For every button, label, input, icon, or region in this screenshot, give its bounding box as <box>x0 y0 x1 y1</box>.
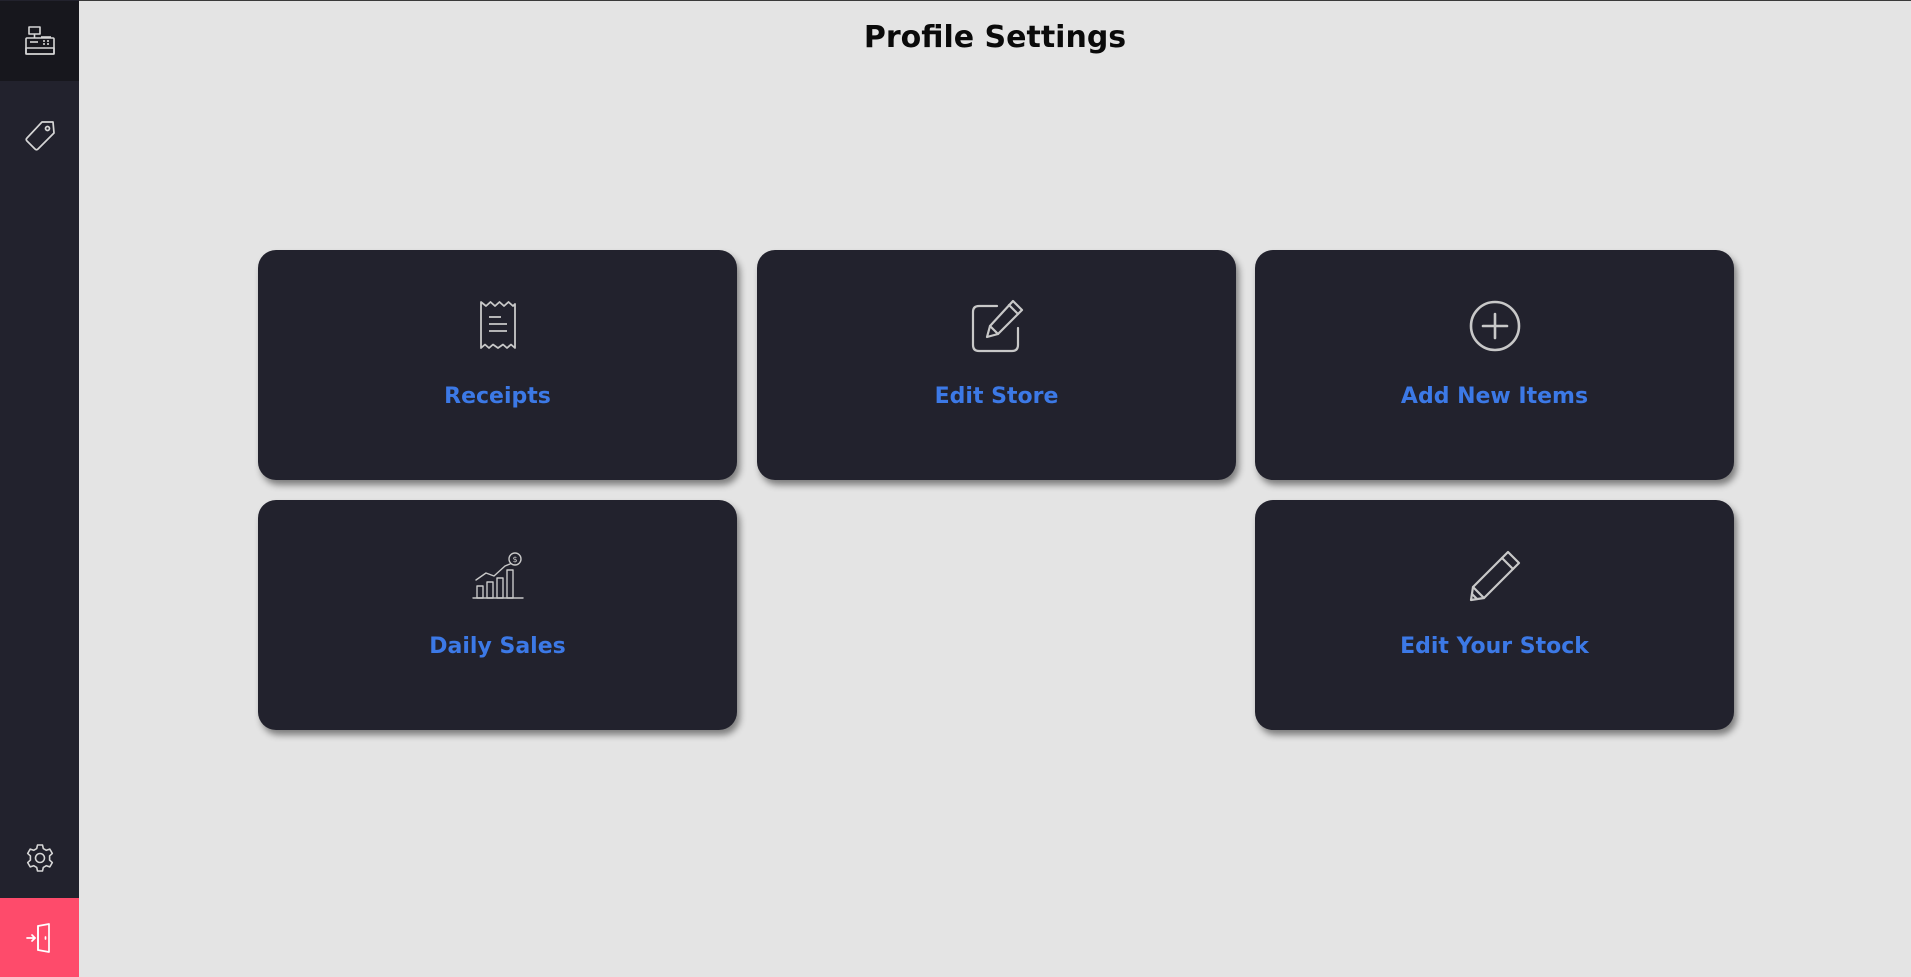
logout-door-icon <box>23 921 57 955</box>
add-new-items-card[interactable]: Add New Items <box>1255 250 1734 480</box>
edit-your-stock-card[interactable]: Edit Your Stock <box>1255 500 1734 730</box>
app-root: Profile Settings Receipts Edit Store Add… <box>0 0 1911 977</box>
receipts-label: Receipts <box>444 384 551 409</box>
edit-store-label: Edit Store <box>934 384 1059 409</box>
pencil-icon <box>1468 549 1522 603</box>
svg-text:$: $ <box>512 555 517 564</box>
sidebar-item-settings[interactable] <box>0 818 79 898</box>
edit-store-card[interactable]: Edit Store <box>757 250 1236 480</box>
edit-your-stock-label: Edit Your Stock <box>1400 634 1589 659</box>
sales-chart-icon: $ <box>471 552 524 600</box>
logout-button[interactable] <box>0 898 79 977</box>
gear-icon <box>24 842 56 874</box>
price-tag-icon <box>23 119 57 153</box>
plus-circle-icon <box>1468 299 1522 353</box>
sidebar-item-tags[interactable] <box>0 96 79 176</box>
daily-sales-label: Daily Sales <box>429 634 566 659</box>
edit-square-icon <box>969 298 1025 354</box>
cash-register-icon <box>23 24 57 58</box>
receipts-card[interactable]: Receipts <box>258 250 737 480</box>
receipt-icon <box>476 299 520 353</box>
sidebar-item-pos[interactable] <box>0 1 79 81</box>
sidebar <box>0 0 79 977</box>
daily-sales-card[interactable]: $ Daily Sales <box>258 500 737 730</box>
add-new-items-label: Add New Items <box>1400 384 1589 409</box>
page-title: Profile Settings <box>863 20 1127 55</box>
top-border <box>0 0 1911 1</box>
